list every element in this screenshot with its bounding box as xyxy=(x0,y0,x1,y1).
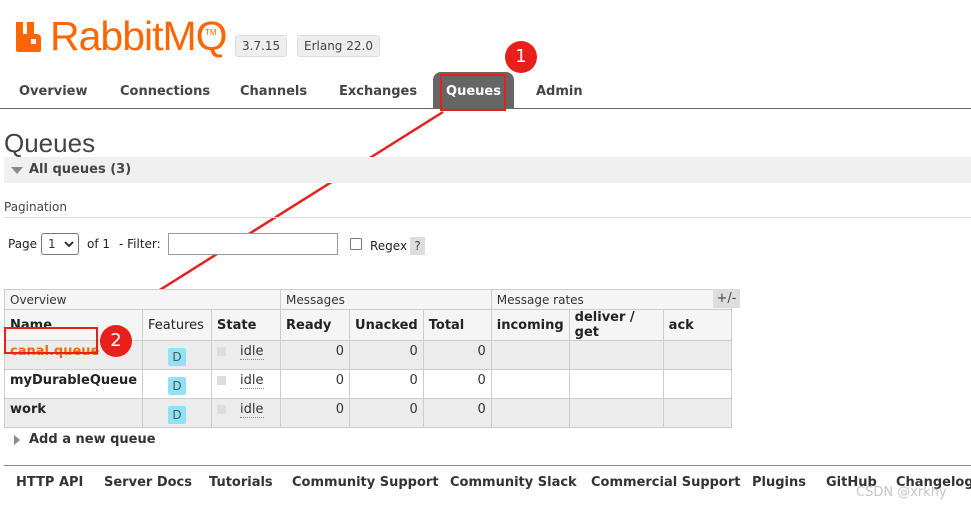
section-title: All queues (3) xyxy=(29,162,132,177)
state-label: idle xyxy=(240,402,264,418)
all-queues-section-header[interactable]: All queues (3) xyxy=(4,157,971,183)
deliver-get-cell xyxy=(568,369,664,399)
queue-link[interactable]: work xyxy=(10,402,46,417)
footer-link-plugins[interactable]: Plugins xyxy=(752,475,806,490)
column-header-ack[interactable]: ack xyxy=(662,309,732,341)
footer-link-http-api[interactable]: HTTP API xyxy=(16,475,83,490)
unacked-cell: 0 xyxy=(349,398,424,428)
regex-help-button[interactable]: ? xyxy=(410,237,425,255)
footer-link-community-slack[interactable]: Community Slack xyxy=(450,475,577,490)
filter-input[interactable] xyxy=(168,233,338,255)
column-header-incoming[interactable]: incoming xyxy=(490,309,570,341)
filter-label: - Filter: xyxy=(119,237,161,251)
durable-badge: D xyxy=(168,405,187,424)
queues-table-wrapper: Overview Messages Message rates Name Fea… xyxy=(3,289,732,428)
state-cell: idle xyxy=(211,369,282,399)
column-header-total[interactable]: Total xyxy=(422,309,492,341)
regex-label: Regex xyxy=(370,239,408,253)
ack-cell xyxy=(662,398,732,428)
ready-cell: 0 xyxy=(280,369,351,399)
queue-link[interactable]: myDurableQueue xyxy=(10,373,137,388)
column-toggle-button[interactable]: +/- xyxy=(713,289,740,308)
watermark: CSDN @xrkhy xyxy=(856,485,947,500)
page-select-value: 1 xyxy=(48,237,56,251)
pagination-divider xyxy=(4,217,971,218)
incoming-cell xyxy=(490,369,570,399)
deliver-get-cell xyxy=(568,398,664,428)
canal-queue-highlight xyxy=(4,327,98,354)
page-title: Queues xyxy=(4,128,96,158)
footer-link-commercial-support[interactable]: Commercial Support xyxy=(591,475,741,490)
ready-cell: 0 xyxy=(280,340,351,370)
group-header-messages: Messages xyxy=(280,289,492,310)
queue-name-cell: myDurableQueue xyxy=(3,369,144,399)
page-label: Page xyxy=(8,237,38,251)
table-row: work D idle 0 0 0 xyxy=(3,398,732,428)
total-cell: 0 xyxy=(422,398,492,428)
column-header-state[interactable]: State xyxy=(211,309,282,341)
ready-cell: 0 xyxy=(280,398,351,428)
unacked-cell: 0 xyxy=(349,340,424,370)
queue-name-cell: work xyxy=(3,398,144,428)
durable-badge: D xyxy=(168,376,187,395)
state-cell: idle xyxy=(211,398,282,428)
expand-triangle-icon xyxy=(14,434,20,445)
column-header-deliver-get[interactable]: deliver / get xyxy=(568,309,664,341)
state-label: idle xyxy=(240,373,264,389)
regex-checkbox[interactable] xyxy=(350,238,362,250)
annotation-marker-2: 2 xyxy=(100,325,132,357)
page-of-label: of 1 xyxy=(87,237,111,251)
add-queue-label: Add a new queue xyxy=(29,432,156,447)
state-square-icon xyxy=(217,376,227,385)
table-row: myDurableQueue D idle 0 0 0 xyxy=(3,369,732,399)
features-cell: D xyxy=(142,369,213,399)
footer-link-community-support[interactable]: Community Support xyxy=(292,475,439,490)
page-select[interactable]: 1 xyxy=(41,233,79,255)
total-cell: 0 xyxy=(422,340,492,370)
footer-link-tutorials[interactable]: Tutorials xyxy=(209,475,273,490)
group-header-message-rates: Message rates xyxy=(490,289,732,310)
column-header-features: Features xyxy=(142,309,213,341)
queues-table: Overview Messages Message rates Name Fea… xyxy=(3,289,732,428)
state-cell: idle xyxy=(211,340,282,370)
group-header-overview: Overview xyxy=(3,289,282,310)
unacked-cell: 0 xyxy=(349,369,424,399)
features-cell: D xyxy=(142,398,213,428)
total-cell: 0 xyxy=(422,369,492,399)
footer-link-server-docs[interactable]: Server Docs xyxy=(104,475,192,490)
ack-cell xyxy=(662,340,732,370)
chevron-down-icon xyxy=(64,241,74,248)
add-queue-section-header[interactable]: Add a new queue xyxy=(14,432,156,447)
incoming-cell xyxy=(490,398,570,428)
pagination-label: Pagination xyxy=(4,200,67,214)
state-label: idle xyxy=(240,344,264,360)
features-cell: D xyxy=(142,340,213,370)
column-header-ready[interactable]: Ready xyxy=(280,309,351,341)
deliver-get-cell xyxy=(568,340,664,370)
state-square-icon xyxy=(217,347,227,356)
incoming-cell xyxy=(490,340,570,370)
state-square-icon xyxy=(217,405,227,414)
durable-badge: D xyxy=(168,347,187,366)
footer-divider xyxy=(4,465,971,466)
ack-cell xyxy=(662,369,732,399)
collapse-triangle-icon xyxy=(11,167,23,174)
column-header-unacked[interactable]: Unacked xyxy=(349,309,424,341)
